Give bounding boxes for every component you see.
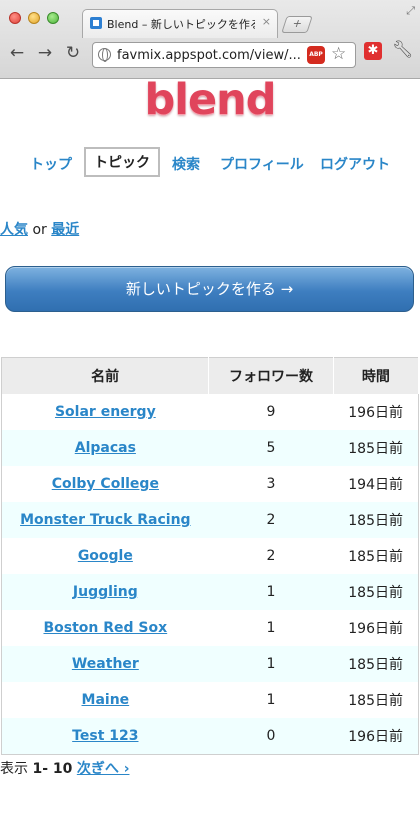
topic-name-cell: Boston Red Sox [2, 610, 209, 646]
menu-item-logout[interactable]: ログアウト [320, 154, 390, 174]
close-window-button[interactable] [9, 12, 21, 24]
sort-recent-link[interactable]: 最近 [51, 222, 79, 238]
menu-item-search[interactable]: 検索 [172, 154, 200, 174]
sort-links: 人気 or 最近 [0, 219, 79, 239]
topic-name-cell: Test 123 [1, 718, 209, 755]
time-cell: 185日前 [333, 574, 419, 610]
topic-link[interactable]: Colby College [52, 476, 159, 492]
topic-link[interactable]: Monster Truck Racing [20, 512, 191, 528]
topic-link[interactable]: Maine [82, 692, 130, 708]
followers-cell: 1 [208, 574, 334, 610]
browser-chrome: ⤢ Blend – 新しいトピックを作る × + ← → ↻ favmix.ap… [0, 0, 420, 79]
topic-name-cell: Weather [1, 646, 209, 682]
wrench-icon[interactable]: 🔧︎ [392, 40, 414, 60]
create-topic-button[interactable]: 新しいトピックを作る → [5, 266, 414, 312]
time-cell: 185日前 [333, 502, 419, 538]
forward-arrow-icon[interactable]: → [34, 42, 56, 64]
followers-cell: 9 [266, 404, 276, 420]
table-row: Solar energy 9 196日前 [2, 394, 419, 430]
table-row: Test 123 0 196日前 [1, 718, 419, 755]
tab-close-icon[interactable]: × [262, 15, 271, 28]
new-tab-button[interactable]: + [281, 16, 313, 33]
url-text[interactable]: favmix.appspot.com/view/... [117, 48, 301, 63]
followers-cell: 1 [266, 692, 276, 708]
table-row: Alpacas 5 185日前 [1, 430, 419, 466]
topics-table: 名前 フォロワー数 時間 Solar energy 9 196日前 Alpaca… [1, 357, 420, 755]
topic-link[interactable]: Weather [72, 656, 139, 672]
topic-name-cell: Solar energy [2, 394, 209, 430]
topic-link[interactable]: Test 123 [72, 728, 138, 744]
table-header-row: 名前 フォロワー数 時間 [1, 357, 420, 394]
time-cell: 185日前 [333, 430, 419, 466]
topic-name-cell: Juggling [1, 574, 209, 610]
time-cell: 196日前 [348, 621, 403, 637]
tab-title: Blend – 新しいトピックを作る [107, 18, 255, 31]
adblock-icon[interactable]: ABP [307, 46, 325, 64]
menu-item-profile[interactable]: プロフィール [220, 154, 304, 174]
zoom-window-button[interactable] [47, 12, 59, 24]
next-page-link[interactable]: 次ぎへ › [77, 761, 130, 777]
address-bar[interactable]: favmix.appspot.com/view/... ABP ☆ [92, 42, 356, 68]
time-cell: 194日前 [348, 477, 403, 493]
table-row: Colby College 3 194日前 [2, 466, 419, 502]
menu-item-topics[interactable]: トピック [84, 147, 160, 177]
followers-cell: 2 [208, 502, 334, 538]
followers-cell: 0 [208, 718, 334, 755]
topic-link[interactable]: Solar energy [55, 404, 156, 420]
menu-item-top[interactable]: トップ [30, 154, 72, 174]
topic-link[interactable]: Boston Red Sox [43, 620, 167, 636]
browser-tab[interactable]: Blend – 新しいトピックを作る × [82, 9, 278, 38]
time-cell: 185日前 [333, 646, 419, 682]
table-row: Boston Red Sox 1 196日前 [2, 610, 419, 646]
table-row: Juggling 1 185日前 [1, 574, 419, 610]
header-time[interactable]: 時間 [333, 357, 420, 394]
time-cell: 185日前 [348, 549, 403, 565]
header-followers[interactable]: フォロワー数 [208, 357, 334, 394]
bookmark-star-icon[interactable]: ☆ [331, 44, 346, 64]
browser-toolbar: ← → ↻ favmix.appspot.com/view/... ABP ☆ … [0, 38, 420, 78]
topic-name-cell: Alpacas [1, 430, 209, 466]
followers-cell: 1 [266, 620, 276, 636]
sort-popular-link[interactable]: 人気 [0, 222, 28, 238]
time-cell: 196日前 [348, 405, 403, 421]
main-menu: トップ トピック 検索 プロフィール ログアウト [0, 146, 420, 180]
topic-link[interactable]: Google [78, 548, 133, 564]
pagination: 表示 1- 10 次ぎへ › [0, 758, 129, 778]
followers-cell: 1 [208, 646, 334, 682]
pager-label: 表示 [0, 761, 28, 777]
globe-icon [98, 48, 111, 62]
back-arrow-icon[interactable]: ← [6, 42, 28, 64]
table-row: Maine 1 185日前 [2, 682, 419, 718]
topic-link[interactable]: Alpacas [75, 440, 136, 456]
minimize-window-button[interactable] [28, 12, 40, 24]
table-row: Monster Truck Racing 2 185日前 [1, 502, 419, 538]
topic-name-cell: Maine [2, 682, 209, 718]
topic-name-cell: Google [2, 538, 209, 574]
favicon-icon [90, 17, 102, 29]
followers-cell: 3 [266, 476, 276, 492]
topic-link[interactable]: Juggling [73, 584, 138, 600]
topic-name-cell: Colby College [2, 466, 209, 502]
table-row: Weather 1 185日前 [1, 646, 419, 682]
followers-cell: 5 [208, 430, 334, 466]
time-cell: 185日前 [348, 693, 403, 709]
fullscreen-icon[interactable]: ⤢ [406, 4, 415, 18]
followers-cell: 2 [266, 548, 276, 564]
reload-icon[interactable]: ↻ [62, 42, 84, 64]
topic-name-cell: Monster Truck Racing [1, 502, 209, 538]
extension-icon[interactable]: ✱ [364, 42, 382, 60]
sort-separator: or [32, 222, 47, 238]
pager-range: 1- 10 [32, 761, 73, 777]
site-logo[interactable]: blend [0, 78, 420, 122]
table-row: Google 2 185日前 [2, 538, 419, 574]
header-name[interactable]: 名前 [1, 357, 210, 394]
window-controls [9, 12, 59, 24]
time-cell: 196日前 [333, 718, 419, 755]
